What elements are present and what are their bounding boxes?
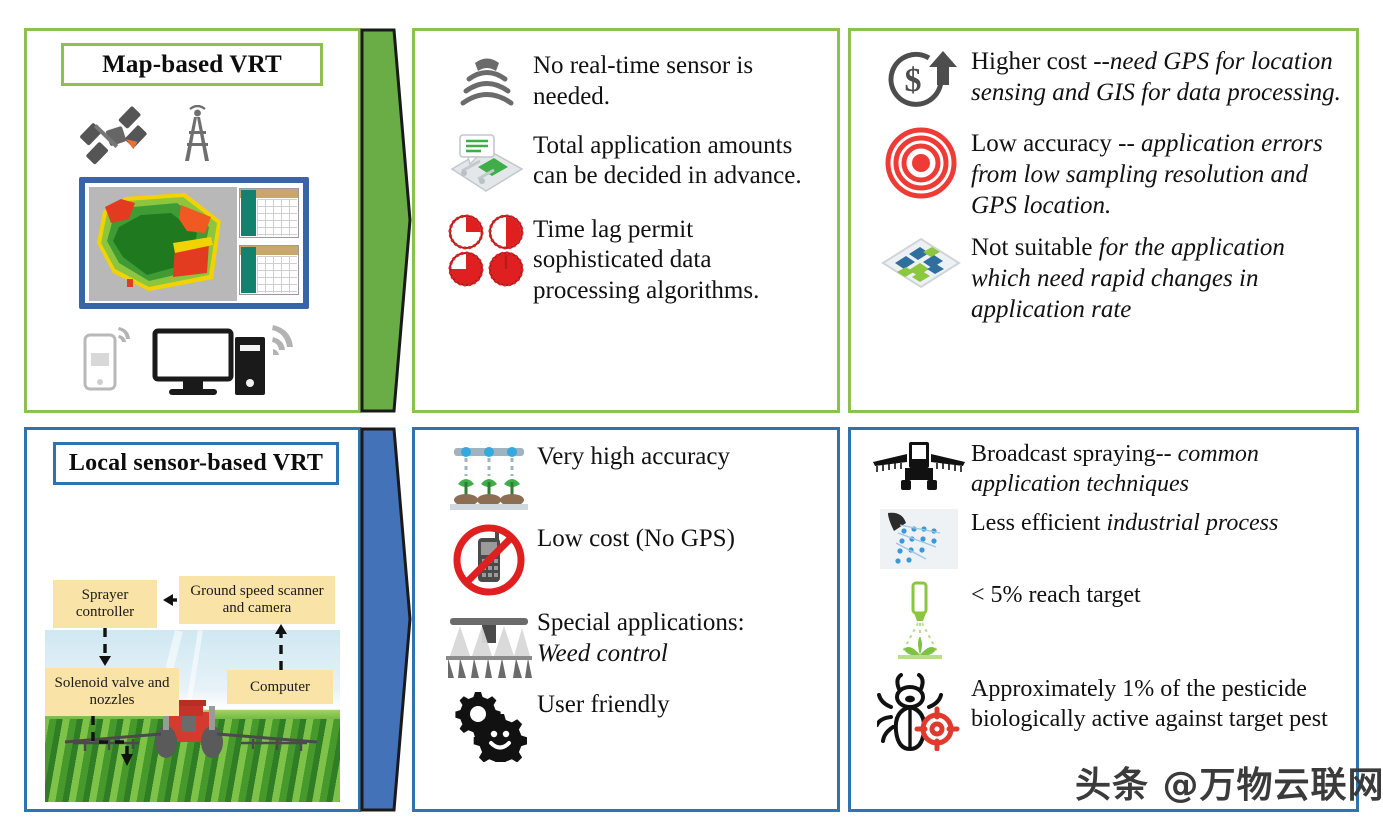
grid-map-tiles-icon [871, 231, 971, 295]
satellite-and-tower-group [73, 104, 273, 175]
list-item-label: Low cost (No GPS) [537, 525, 735, 552]
list-item: Special applications: Weed control [441, 606, 823, 680]
list-item-label: Approximately 1% of the pesticide biolog… [971, 676, 1328, 732]
list-item-label: Very high accuracy [537, 443, 730, 470]
yield-map-display [89, 187, 237, 301]
sensor-waves-icon [441, 49, 533, 111]
page-title: Map-based VRT [102, 50, 282, 78]
no-gps-device-icon [441, 522, 537, 598]
watermark: 头条 @万物云联网 [1075, 765, 1383, 806]
list-item-detail: industrial process [1106, 510, 1279, 537]
list-item-label: Not suitable for the application which n… [971, 231, 1342, 325]
nozzle-spraying-plant-icon [867, 579, 971, 665]
flow-box-solenoid-valve: Solenoid valve and nozzles [45, 668, 179, 716]
list-item: Total application amounts can be decided… [441, 129, 823, 197]
spray-droplets-icon [867, 507, 971, 571]
list-item-label: User friendly [537, 691, 670, 718]
map-based-vrt-row: Map-based VRT No real-time sensor is nee… [0, 0, 1383, 415]
devices-group [77, 319, 312, 403]
list-item-label: Special applications: Weed control [537, 606, 745, 670]
list-item: Time lag permit sophisticated data proce… [441, 213, 823, 307]
list-item-label: Low accuracy -- application errors from … [971, 127, 1342, 221]
cost-increase-dollar-icon: $ [871, 45, 971, 117]
map-based-disadvantages-panel: $ Higher cost --need GPS for location se… [848, 28, 1359, 413]
flow-box-label: Computer [250, 678, 310, 695]
flow-box-ground-speed-scanner: Ground speed scanner and camera [179, 576, 335, 624]
list-item-lead: Low accuracy -- [971, 130, 1142, 157]
map-based-flow-chevron [360, 28, 412, 413]
list-item-lead: Broadcast spraying-- [971, 441, 1178, 467]
map-based-vrt-title-box: Map-based VRT [61, 43, 323, 86]
boom-sprayer-front-icon [867, 438, 971, 494]
list-item-label: Less efficient industrial process [971, 507, 1278, 539]
pest-target-icon [867, 673, 971, 752]
boom-sprayer-rows-icon [441, 606, 537, 680]
flow-box-computer: Computer [227, 670, 333, 704]
gears-smiley-icon [441, 688, 537, 762]
list-item: Low accuracy -- application errors from … [871, 127, 1342, 221]
list-item-lead: Not suitable [971, 234, 1099, 262]
map-based-vrt-panel: Map-based VRT [24, 28, 361, 413]
list-item-label: < 5% reach target [971, 582, 1141, 609]
list-item: User friendly [441, 688, 823, 762]
flow-box-sprayer-controller: Sprayer controller [53, 580, 157, 628]
list-item-label: Time lag permit sophisticated data proce… [533, 215, 760, 305]
target-rings-icon [871, 127, 971, 199]
data-table-thumbnail-1 [239, 188, 299, 238]
list-item-detail: Weed control [537, 639, 668, 667]
data-table-thumbnail-2 [239, 245, 299, 295]
list-item: Less efficient industrial process [867, 507, 1344, 571]
local-sensor-vrt-panel: Local sensor-based VRT Sprayer controlle… [24, 427, 361, 812]
flow-box-label: Sprayer controller [75, 587, 135, 620]
list-item: $ Higher cost --need GPS for location se… [871, 45, 1342, 117]
satellite-icon [80, 104, 209, 165]
flow-box-label: Solenoid valve and nozzles [54, 675, 170, 708]
list-item: No real-time sensor is needed. [441, 49, 823, 113]
list-item: Low cost (No GPS) [441, 522, 823, 598]
list-item: < 5% reach target [867, 579, 1344, 665]
page-title: Local sensor-based VRT [68, 450, 324, 476]
tractor-spraying-field-photo [45, 630, 340, 802]
svg-text:$: $ [905, 62, 922, 99]
infographic-root: Map-based VRT No real-time sensor is nee… [0, 0, 1383, 826]
flow-box-label: Ground speed scanner and camera [190, 583, 324, 616]
wifi-signal-icon [272, 325, 293, 355]
local-sensor-vrt-title-box: Local sensor-based VRT [53, 442, 339, 485]
list-item: Very high accuracy [441, 440, 823, 514]
precision-nozzle-plants-icon [441, 440, 537, 514]
four-clocks-icon [441, 213, 533, 289]
list-item: Broadcast spraying-- common application … [867, 438, 1344, 499]
list-item-label: Total application amounts can be decided… [533, 131, 802, 190]
map-layer-data-icon [441, 129, 533, 197]
local-sensor-vrt-illustration: Sprayer controller Ground speed scanner … [27, 490, 358, 810]
radio-tower-icon [185, 104, 209, 161]
local-sensor-advantages-panel: Very high accuracy Low cost (No GPS) Spe… [412, 427, 840, 812]
list-item: Approximately 1% of the pesticide biolog… [867, 673, 1344, 752]
list-item-label: No real-time sensor is needed. [533, 52, 754, 110]
smartphone-icon [83, 327, 130, 391]
list-item-label: Higher cost --need GPS for location sens… [971, 45, 1342, 109]
desktop-computer-icon [152, 328, 265, 395]
local-sensor-disadvantages-panel: Broadcast spraying-- common application … [848, 427, 1359, 812]
list-item-lead: Special applications: [537, 609, 745, 636]
list-item-lead: Less efficient [971, 510, 1107, 537]
local-sensor-flow-chevron [360, 427, 412, 812]
map-based-advantages-panel: No real-time sensor is needed. Total app… [412, 28, 840, 413]
list-item-lead: Higher cost -- [971, 48, 1110, 75]
field-prescription-map-monitor [79, 177, 309, 309]
map-based-vrt-illustration [27, 91, 358, 411]
list-item-label: Broadcast spraying-- common application … [971, 438, 1344, 499]
list-item: Not suitable for the application which n… [871, 231, 1342, 325]
